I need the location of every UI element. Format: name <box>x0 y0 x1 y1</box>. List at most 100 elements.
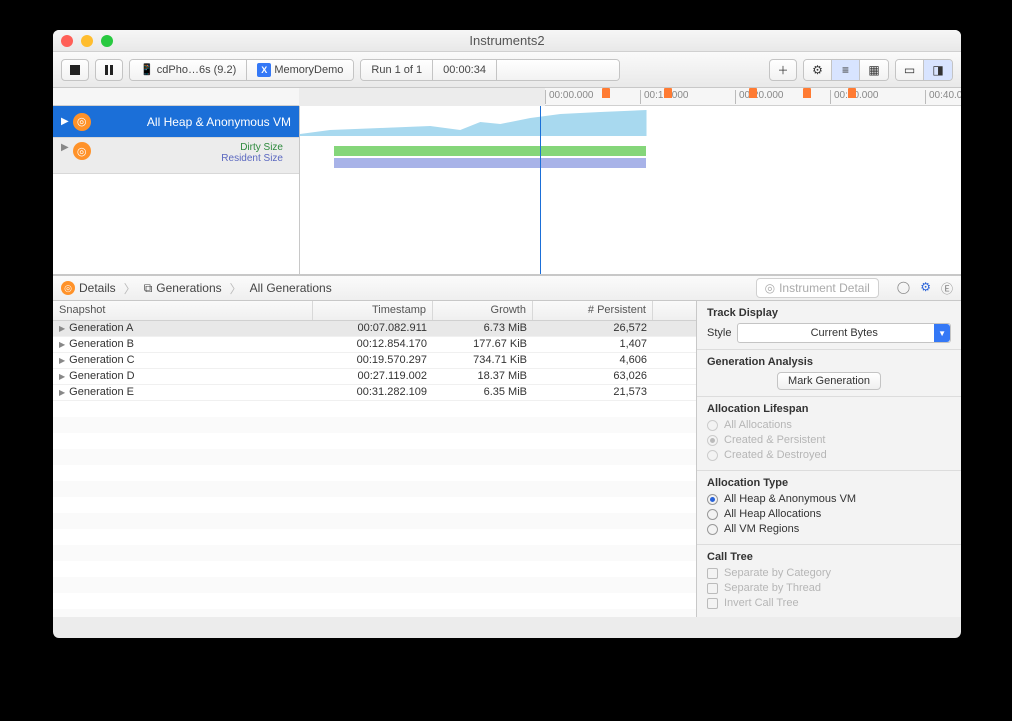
cell-snapshot: Generation D <box>53 369 313 384</box>
lifespan-all-radio: All Allocations <box>707 419 951 431</box>
stop-icon <box>70 65 80 75</box>
allocations-instrument-icon: ◎ <box>73 113 91 131</box>
table-row[interactable]: Generation B00:12.854.170177.67 KiB1,407 <box>53 337 696 353</box>
run-label: Run 1 of 1 <box>371 64 422 76</box>
cell-growth: 734.71 KiB <box>433 353 533 368</box>
cell-snapshot: Generation A <box>53 321 313 336</box>
disclosure-icon[interactable]: ▶ <box>61 142 69 153</box>
track-display-title: Track Display <box>707 307 951 319</box>
lifespan-persistent-radio: Created & Persistent <box>707 434 951 446</box>
strategy-settings-icon[interactable]: ⚙ <box>804 60 832 80</box>
resident-size-bar <box>334 158 646 168</box>
track-graphs[interactable] <box>299 106 961 274</box>
cell-persistent: 21,573 <box>533 385 653 400</box>
scope-icon: ◎ <box>765 281 775 295</box>
calltree-sep-thread: Separate by Thread <box>707 582 951 594</box>
detail-table: Snapshot Timestamp Growth # Persistent G… <box>53 301 697 617</box>
style-popup[interactable]: Current Bytes ▼ <box>737 323 951 343</box>
table-row[interactable]: Generation E00:31.282.1096.35 MiB21,573 <box>53 385 696 401</box>
inspector-panel: Track Display Style Current Bytes ▼ Gene… <box>697 301 961 617</box>
generation-flag-icon[interactable] <box>664 88 672 98</box>
allocation-type-title: Allocation Type <box>707 477 951 489</box>
tracks-pane: ▶ ◎ All Heap & Anonymous VM ▶ ◎ Dirty Si… <box>53 106 961 275</box>
close-icon[interactable] <box>61 35 73 47</box>
generation-flag-icon[interactable] <box>749 88 757 98</box>
disclosure-icon[interactable]: ▶ <box>61 116 69 127</box>
strategy-buttons[interactable]: ⚙ ≡ ▦ <box>803 59 889 81</box>
generation-flag-icon[interactable] <box>602 88 610 98</box>
elapsed-time: 00:00:34 <box>443 64 486 76</box>
toggle-inspector-icon[interactable]: ◨ <box>924 60 952 80</box>
cell-timestamp: 00:27.119.002 <box>313 369 433 384</box>
device-label: cdPho…6s (9.2) <box>157 64 236 76</box>
strategy-grid-icon[interactable]: ▦ <box>860 60 888 80</box>
allocations-graph <box>300 110 961 136</box>
col-growth[interactable]: Growth <box>433 301 533 320</box>
resident-size-label: Resident Size <box>91 153 283 164</box>
calltree-invert: Invert Call Tree <box>707 597 951 609</box>
minimize-icon[interactable] <box>81 35 93 47</box>
playhead[interactable] <box>540 106 541 274</box>
pause-icon <box>105 65 113 75</box>
titlebar: Instruments2 <box>53 30 961 52</box>
col-snapshot[interactable]: Snapshot <box>53 301 313 320</box>
target-selector[interactable]: 📱 cdPho…6s (9.2) X MemoryDemo <box>129 59 354 81</box>
inspector-summary-icon[interactable]: ◯ <box>897 280 910 297</box>
cell-persistent: 26,572 <box>533 321 653 336</box>
toggle-detail-icon[interactable]: ▭ <box>896 60 924 80</box>
cell-growth: 6.73 MiB <box>433 321 533 336</box>
zoom-icon[interactable] <box>101 35 113 47</box>
cell-snapshot: Generation C <box>53 353 313 368</box>
xcode-icon: X <box>257 63 271 77</box>
calltree-title: Call Tree <box>707 551 951 563</box>
inspector-settings-icon[interactable]: ⚙ <box>920 280 931 297</box>
instruments-window: Instruments2 📱 cdPho…6s (9.2) X MemoryDe… <box>53 30 961 638</box>
mark-generation-button[interactable]: Mark Generation <box>777 372 881 390</box>
cell-timestamp: 00:31.282.109 <box>313 385 433 400</box>
cell-growth: 6.35 MiB <box>433 385 533 400</box>
type-heap-anon-radio[interactable]: All Heap & Anonymous VM <box>707 493 951 505</box>
strategy-list-icon[interactable]: ≡ <box>832 60 860 80</box>
crumb-all-generations[interactable]: All Generations <box>250 281 332 295</box>
generation-flag-icon[interactable] <box>848 88 856 98</box>
ruler-gutter <box>53 88 299 106</box>
crumb-details[interactable]: ◎Details <box>61 281 116 295</box>
allocations-instrument-icon: ◎ <box>61 281 75 295</box>
vm-tracker-instrument-icon: ◎ <box>73 142 91 160</box>
timeline-ruler[interactable]: 00:00.000 00:10.000 00:20.000 00:30.000 … <box>545 88 961 106</box>
lifespan-title: Allocation Lifespan <box>707 403 951 415</box>
cell-timestamp: 00:12.854.170 <box>313 337 433 352</box>
generation-analysis-title: Generation Analysis <box>707 356 951 368</box>
add-instrument-button[interactable]: ＋ <box>769 59 797 81</box>
table-header[interactable]: Snapshot Timestamp Growth # Persistent <box>53 301 696 321</box>
table-row[interactable]: Generation C00:19.570.297734.71 KiB4,606 <box>53 353 696 369</box>
inspector-extended-icon[interactable]: Ⓔ <box>941 280 953 297</box>
snapshot-icon: ⧉ <box>144 281 153 296</box>
dirty-size-bar <box>334 146 646 156</box>
track-row-vm[interactable]: ▶ ◎ Dirty Size Resident Size <box>53 138 299 174</box>
calltree-sep-category: Separate by Category <box>707 567 951 579</box>
window-title: Instruments2 <box>53 33 961 48</box>
view-buttons[interactable]: ▭ ◨ <box>895 59 953 81</box>
style-label: Style <box>707 327 731 339</box>
type-heap-radio[interactable]: All Heap Allocations <box>707 508 951 520</box>
cell-timestamp: 00:19.570.297 <box>313 353 433 368</box>
type-vm-radio[interactable]: All VM Regions <box>707 523 951 535</box>
cell-persistent: 1,407 <box>533 337 653 352</box>
run-status: Run 1 of 1 00:00:34 <box>360 59 620 81</box>
col-timestamp[interactable]: Timestamp <box>313 301 433 320</box>
detail-filter-input[interactable]: ◎ Instrument Detail <box>756 278 879 298</box>
dirty-size-label: Dirty Size <box>91 142 283 153</box>
crumb-generations[interactable]: ⧉Generations <box>144 281 222 296</box>
track-label: All Heap & Anonymous VM <box>91 115 291 129</box>
table-row[interactable]: Generation A00:07.082.9116.73 MiB26,572 <box>53 321 696 337</box>
record-stop-button[interactable] <box>61 59 89 81</box>
table-row[interactable]: Generation D00:27.119.00218.37 MiB63,026 <box>53 369 696 385</box>
cell-persistent: 63,026 <box>533 369 653 384</box>
pause-button[interactable] <box>95 59 123 81</box>
track-row-allocations[interactable]: ▶ ◎ All Heap & Anonymous VM <box>53 106 299 138</box>
col-persistent[interactable]: # Persistent <box>533 301 653 320</box>
cell-growth: 177.67 KiB <box>433 337 533 352</box>
generation-flag-icon[interactable] <box>803 88 811 98</box>
detail-breadcrumb-bar: ◎Details 〉 ⧉Generations 〉 All Generation… <box>53 275 961 301</box>
